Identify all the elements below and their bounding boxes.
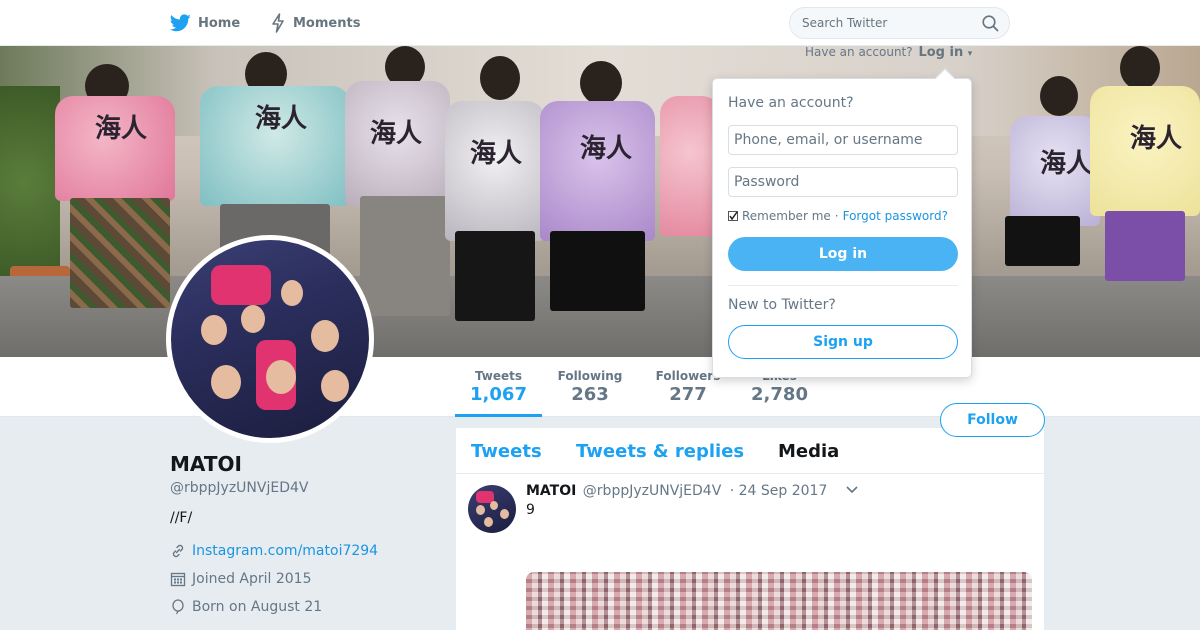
signup-button[interactable]: Sign up bbox=[728, 325, 958, 359]
stat-tweets[interactable]: Tweets 1,067 bbox=[455, 357, 542, 417]
login-link[interactable]: Log in ▾ bbox=[918, 45, 972, 60]
lightning-icon bbox=[272, 13, 284, 33]
banner-shirt-text: 海人 bbox=[470, 139, 523, 169]
profile-born-row: Born on August 21 bbox=[170, 598, 440, 616]
checkmark-icon bbox=[729, 211, 738, 221]
timeline: Tweets Tweets & replies Media MATOI @rbp… bbox=[456, 428, 1044, 630]
login-prompt: Have an account? Log in ▾ bbox=[805, 45, 972, 60]
balloon-icon bbox=[172, 599, 184, 615]
search-icon[interactable] bbox=[982, 15, 999, 32]
nav-home[interactable]: Home bbox=[170, 0, 240, 46]
tweet-text: 9 bbox=[526, 502, 535, 518]
stat-label: Following bbox=[557, 369, 623, 383]
stat-value: 1,067 bbox=[470, 384, 527, 405]
remember-checkbox[interactable] bbox=[728, 211, 738, 221]
login-link-label: Log in bbox=[918, 45, 964, 60]
profile-name: MATOI bbox=[170, 452, 242, 476]
nav-moments[interactable]: Moments bbox=[270, 0, 360, 46]
calendar-icon bbox=[170, 572, 186, 587]
tab-media[interactable]: Media bbox=[778, 441, 839, 462]
tab-tweets[interactable]: Tweets bbox=[471, 441, 542, 462]
login-dropdown: Have an account? Remember me · Forgot pa… bbox=[712, 78, 972, 378]
remember-label: Remember me bbox=[742, 209, 831, 223]
tab-tweets-replies[interactable]: Tweets & replies bbox=[576, 441, 744, 462]
tweet-avatar[interactable] bbox=[468, 485, 516, 533]
stat-following[interactable]: Following 263 bbox=[550, 357, 630, 417]
profile-bio: //F/ bbox=[170, 510, 193, 526]
profile-joined-row: Joined April 2015 bbox=[170, 570, 440, 588]
remember-row: Remember me · Forgot password? bbox=[728, 209, 948, 223]
forgot-password-link[interactable]: Forgot password? bbox=[843, 209, 948, 223]
password-field[interactable] bbox=[728, 167, 958, 197]
stat-value: 263 bbox=[571, 384, 609, 405]
profile-joined: Joined April 2015 bbox=[192, 571, 312, 587]
have-account-text: Have an account? bbox=[805, 45, 913, 59]
twitter-bird-icon bbox=[170, 14, 191, 32]
tweet-media-image[interactable] bbox=[526, 572, 1032, 630]
search-box bbox=[789, 7, 1010, 39]
tweet-author-name[interactable]: MATOI bbox=[526, 483, 576, 499]
tweet-timestamp[interactable]: · 24 Sep 2017 bbox=[730, 483, 828, 499]
profile-card: MATOI @rbppJyzUNVjED4V //F/ Instagram.co… bbox=[170, 452, 440, 616]
caret-down-icon: ▾ bbox=[967, 49, 973, 59]
tweet-header: MATOI @rbppJyzUNVjED4V · 24 Sep 2017 bbox=[526, 483, 827, 499]
username-field[interactable] bbox=[728, 125, 958, 155]
top-nav: Home Moments bbox=[0, 0, 1200, 46]
profile-url-row: Instagram.com/matoi7294 bbox=[170, 542, 440, 560]
profile-handle[interactable]: @rbppJyzUNVjED4V bbox=[170, 480, 440, 496]
profile-born: Born on August 21 bbox=[192, 599, 323, 615]
link-icon bbox=[172, 544, 184, 558]
new-to-twitter-text: New to Twitter? bbox=[728, 297, 836, 313]
banner-shirt-text: 海人 bbox=[1040, 149, 1093, 179]
banner-shirt-text: 海人 bbox=[370, 119, 423, 149]
chevron-down-icon[interactable] bbox=[846, 486, 858, 494]
stat-value: 2,780 bbox=[751, 384, 808, 405]
profile-avatar[interactable] bbox=[166, 235, 374, 443]
stat-value: 277 bbox=[669, 384, 707, 405]
stat-label: Tweets bbox=[474, 369, 523, 383]
profile-url-link[interactable]: Instagram.com/matoi7294 bbox=[192, 543, 378, 559]
banner-shirt-text: 海人 bbox=[95, 114, 148, 144]
dropdown-title: Have an account? bbox=[728, 95, 854, 111]
banner-shirt-text: 海人 bbox=[255, 104, 308, 134]
nav-home-label: Home bbox=[198, 15, 241, 31]
banner-shirt-text: 海人 bbox=[1130, 124, 1183, 154]
login-button[interactable]: Log in bbox=[728, 237, 958, 271]
search-input[interactable] bbox=[790, 8, 980, 38]
follow-button[interactable]: Follow bbox=[940, 403, 1045, 437]
separator-dot: · bbox=[834, 209, 839, 223]
banner-shirt-text: 海人 bbox=[580, 134, 633, 164]
tweet-author-handle[interactable]: @rbppJyzUNVjED4V bbox=[583, 483, 721, 499]
tweet-item[interactable]: MATOI @rbppJyzUNVjED4V · 24 Sep 2017 9 bbox=[456, 474, 1044, 630]
divider bbox=[728, 285, 958, 286]
nav-moments-label: Moments bbox=[293, 15, 361, 31]
